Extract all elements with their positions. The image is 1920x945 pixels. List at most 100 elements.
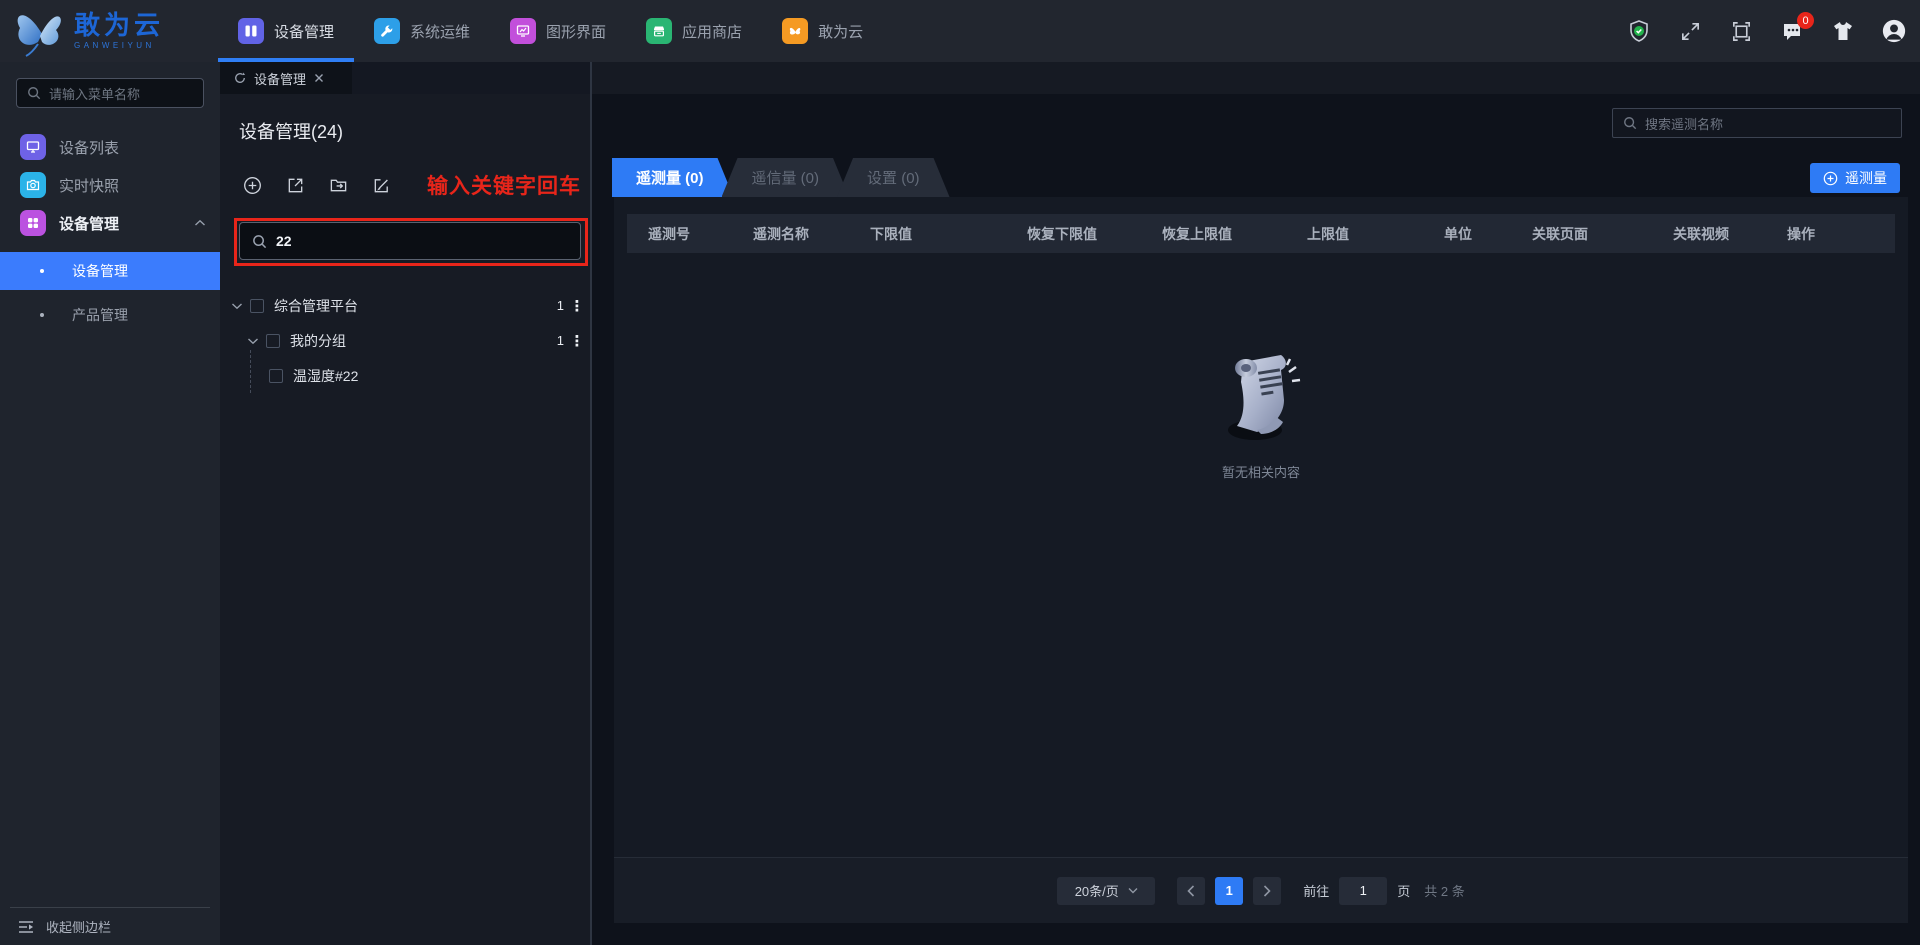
chevron-right-icon [1264, 884, 1271, 897]
move-to-group-icon[interactable] [329, 176, 348, 195]
nav-label: 图形界面 [546, 23, 607, 41]
sidebar-item-live-snapshot[interactable]: 实时快照 [0, 166, 220, 204]
node-checkbox[interactable] [269, 368, 283, 383]
topbar-action-icons: 0 [1627, 0, 1906, 62]
nav-item-ganwei-cloud[interactable]: 敢为云 [762, 0, 883, 62]
search-icon [28, 87, 41, 100]
fullscreen-icon[interactable] [1678, 19, 1702, 43]
main-content: 搜索遥测名称 遥测量 (0) 遥信量 (0) 设置 (0) 遥测量 遥测号 遥测… [590, 62, 1920, 945]
nav-label: 应用商店 [682, 23, 743, 41]
chevron-left-icon [1187, 884, 1195, 897]
graphic-ui-icon [510, 18, 537, 44]
menu-search-input[interactable]: 请输入菜单名称 [16, 78, 204, 108]
nav-label: 系统运维 [410, 23, 471, 41]
telemetry-search-placeholder: 搜索遥测名称 [1645, 116, 1724, 132]
close-tab-icon[interactable] [314, 73, 324, 83]
search-icon [1624, 117, 1637, 130]
sidebar-subitem-product-management[interactable]: 产品管理 [0, 296, 220, 334]
tree-panel-title: 设备管理(24) [239, 122, 344, 142]
goto-page-input[interactable]: 1 [1339, 876, 1388, 905]
empty-scroll-icon [1228, 355, 1301, 440]
sidebar-item-label: 实时快照 [59, 177, 120, 195]
security-shield-icon[interactable] [1627, 19, 1651, 43]
sidebar-subitem-label: 设备管理 [72, 263, 128, 279]
grid-apps-icon [20, 210, 46, 236]
prev-page-button[interactable] [1177, 876, 1206, 905]
sidebar-subitem-device-management[interactable]: 设备管理 [0, 252, 220, 290]
add-telemetry-button[interactable]: 遥测量 [1810, 163, 1900, 193]
column-header: 操作 [1787, 225, 1815, 242]
caret-down-icon[interactable] [247, 337, 259, 345]
nav-label: 设备管理 [274, 23, 335, 41]
caret-down-icon[interactable] [231, 302, 243, 310]
tab-telemetry[interactable]: 遥测量 (0) [612, 158, 734, 197]
tree-toolbar: 输入关键字回车 [243, 170, 590, 200]
tab-telesignal[interactable]: 遥信量 (0) [722, 158, 850, 197]
nav-item-app-store[interactable]: 应用商店 [626, 0, 762, 62]
column-header: 恢复下限值 [1027, 225, 1097, 242]
content-tabs: 遥测量 (0) 遥信量 (0) 设置 (0) [612, 158, 950, 197]
table-body: 暂无相关内容 [614, 253, 1908, 857]
nav-item-device-management[interactable]: 设备管理 [218, 0, 355, 62]
telemetry-table-card: 遥测号 遥测名称 下限值 恢复下限值 恢复上限值 上限值 单位 关联页面 关联视… [614, 197, 1908, 923]
page-size-select[interactable]: 20条/页 [1057, 876, 1156, 905]
open-external-icon[interactable] [286, 176, 305, 195]
add-telemetry-label: 遥测量 [1845, 170, 1887, 186]
camera-icon [20, 172, 46, 198]
tree-node-platform[interactable]: 综合管理平台 1 ⋮ [220, 288, 590, 323]
node-checkbox[interactable] [250, 298, 264, 313]
refresh-icon[interactable] [234, 72, 246, 84]
telemetry-search-input[interactable]: 搜索遥测名称 [1612, 108, 1902, 138]
chevron-down-icon [1128, 888, 1138, 894]
sidebar-item-device-management[interactable]: 设备管理 [0, 204, 220, 242]
collapse-sidebar-button[interactable]: 收起侧边栏 [0, 908, 220, 945]
tree-node-my-group[interactable]: 我的分组 1 ⋮ [220, 323, 590, 358]
total-count-label: 共 2 条 [1424, 884, 1465, 899]
tree-search-input[interactable]: 22 [239, 222, 581, 260]
nav-item-system-ops[interactable]: 系统运维 [354, 0, 490, 62]
node-more-icon[interactable]: ⋮ [564, 332, 590, 350]
sidebar-subitem-label: 产品管理 [72, 307, 128, 323]
monitor-icon [20, 134, 46, 160]
sidebar-item-device-list[interactable]: 设备列表 [0, 128, 220, 166]
butterfly-logo-icon [17, 15, 61, 57]
left-sidebar: 请输入菜单名称 设备列表 实时快照 设备管理 设备管理 产品管理 收起侧边栏 [0, 62, 220, 945]
goto-label: 前往 [1303, 884, 1330, 899]
goto-page-value: 1 [1359, 883, 1367, 898]
node-count: 1 [556, 333, 564, 348]
frame-capture-icon[interactable] [1729, 19, 1753, 43]
logo-subtitle: GANWEIYUN [74, 41, 155, 50]
theme-skin-icon[interactable] [1831, 19, 1855, 43]
tree-node-device[interactable]: 温湿度#22 [220, 350, 590, 393]
collapse-sidebar-label: 收起侧边栏 [46, 920, 112, 935]
edit-node-icon[interactable] [372, 176, 391, 195]
messages-icon[interactable]: 0 [1780, 12, 1814, 43]
app-logo: 敢为云 GANWEIYUN [12, 4, 164, 58]
chevron-up-icon [194, 219, 206, 227]
next-page-button[interactable] [1253, 876, 1282, 905]
nav-label: 敢为云 [818, 23, 864, 41]
annotation-text: 输入关键字回车 [427, 175, 581, 198]
top-bar: 敢为云 GANWEIYUN 设备管理 系统运维 图形界面 应用商店 敢为云 0 [0, 0, 1920, 62]
page-number-button[interactable]: 1 [1215, 876, 1244, 905]
sidebar-menu: 设备列表 实时快照 设备管理 设备管理 产品管理 [0, 128, 220, 334]
page-tab-device-management[interactable]: 设备管理 [220, 62, 352, 94]
user-avatar[interactable] [1882, 19, 1906, 43]
current-page: 1 [1225, 883, 1233, 898]
pagination: 20条/页 1 前往 1 页 共 2 条 [1057, 876, 1465, 905]
nav-item-graphic-ui[interactable]: 图形界面 [490, 0, 626, 62]
tab-settings[interactable]: 设置 (0) [837, 158, 950, 197]
app-store-icon [646, 18, 673, 44]
node-more-icon[interactable]: ⋮ [564, 297, 590, 315]
add-node-icon[interactable] [243, 176, 262, 195]
message-count-badge: 0 [1797, 12, 1814, 29]
sidebar-submenu: 设备管理 产品管理 [0, 252, 220, 334]
node-checkbox[interactable] [266, 333, 280, 348]
bullet-icon [40, 269, 44, 273]
collapse-sidebar-icon [19, 920, 33, 933]
column-header: 恢复上限值 [1162, 225, 1232, 242]
search-icon [253, 234, 267, 248]
sidebar-item-label: 设备管理 [59, 215, 120, 233]
empty-state: 暂无相关内容 [1215, 348, 1307, 481]
bullet-icon [40, 313, 44, 317]
